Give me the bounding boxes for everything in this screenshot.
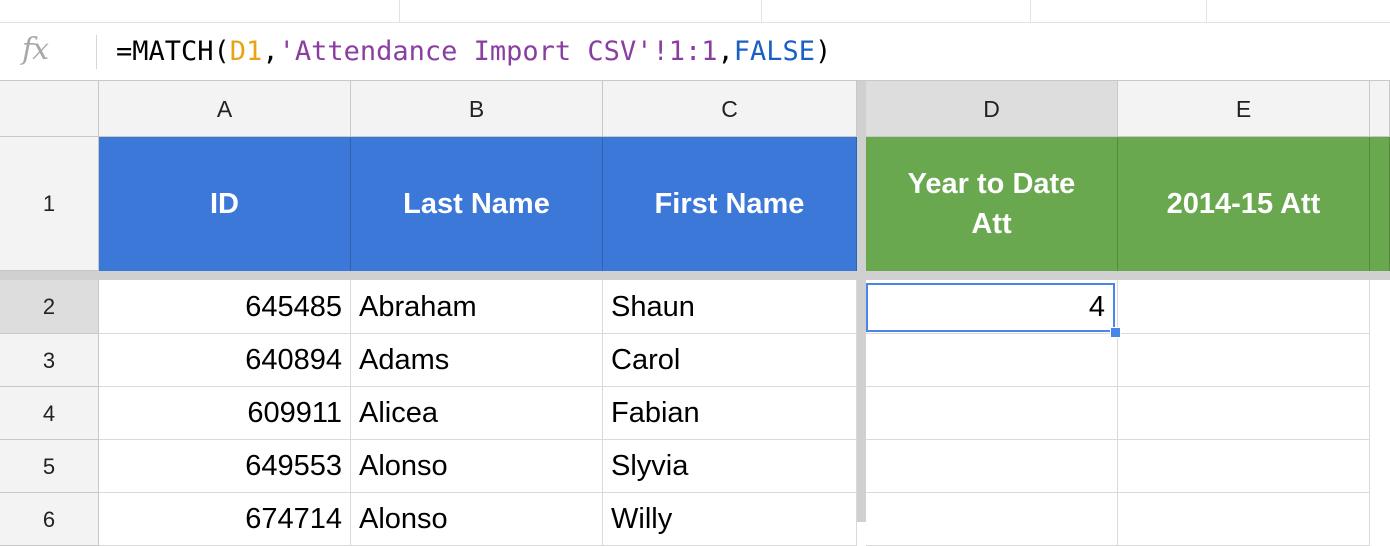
toolbar-divider — [1206, 0, 1207, 22]
cell-e3[interactable] — [1118, 334, 1370, 387]
column-header-d[interactable]: D — [866, 81, 1118, 137]
cell-e2[interactable] — [1118, 280, 1370, 334]
row-header-5[interactable]: 5 — [0, 440, 99, 493]
fill-handle[interactable] — [1110, 327, 1121, 338]
cell-a6[interactable]: 674714 — [99, 493, 351, 546]
cell-c6[interactable]: Willy — [603, 493, 857, 546]
cell-b4[interactable]: Alicea — [351, 387, 603, 440]
formula-prefix: =MATCH( — [116, 36, 230, 67]
formula-range-ref: 'Attendance Import CSV'!1:1 — [278, 36, 718, 67]
toolbar-divider — [761, 0, 762, 22]
header-cell-year-to-date-att[interactable]: Year to Date Att — [866, 137, 1118, 271]
toolbar-strip — [0, 0, 1390, 23]
column-header-a[interactable]: A — [99, 81, 351, 137]
selected-cell-outline — [866, 283, 1115, 332]
frozen-column-divider[interactable] — [857, 81, 866, 522]
row-header-6[interactable]: 6 — [0, 493, 99, 546]
row-header-1[interactable]: 1 — [0, 137, 99, 271]
toolbar-divider — [1030, 0, 1031, 22]
cell-a3[interactable]: 640894 — [99, 334, 351, 387]
cell-d3[interactable] — [866, 334, 1118, 387]
cell-d6[interactable] — [866, 493, 1118, 546]
header-line: Att — [971, 208, 1012, 240]
column-header-b[interactable]: B — [351, 81, 603, 137]
formula-boolean: FALSE — [733, 36, 816, 67]
formula-cell-ref: D1 — [229, 36, 263, 67]
cell-b2[interactable]: Abraham — [351, 280, 603, 334]
cell-d4[interactable] — [866, 387, 1118, 440]
cell-a5[interactable]: 649553 — [99, 440, 351, 493]
formula-bar: fx =MATCH(D1,'Attendance Import CSV'!1:1… — [0, 23, 1390, 81]
cell-e6[interactable] — [1118, 493, 1370, 546]
cell-c5[interactable]: Slyvia — [603, 440, 857, 493]
cell-e5[interactable] — [1118, 440, 1370, 493]
header-cell-f[interactable] — [1370, 137, 1390, 271]
column-header-e[interactable]: E — [1118, 81, 1370, 137]
header-cell-last-name[interactable]: Last Name — [351, 137, 603, 271]
frozen-row-divider[interactable] — [0, 271, 1390, 280]
formula-suffix: ) — [815, 36, 832, 67]
cell-d5[interactable] — [866, 440, 1118, 493]
spreadsheet-grid: A B C D E 1 2 3 4 5 6 ID Last Name First… — [0, 81, 1390, 546]
formula-divider — [96, 35, 97, 69]
toolbar-divider — [399, 0, 400, 22]
formula-comma: , — [717, 36, 734, 67]
cell-e4[interactable] — [1118, 387, 1370, 440]
header-cell-first-name[interactable]: First Name — [603, 137, 857, 271]
cell-b6[interactable]: Alonso — [351, 493, 603, 546]
header-cell-id[interactable]: ID — [99, 137, 351, 271]
header-cell-2014-15-att[interactable]: 2014-15 Att — [1118, 137, 1370, 271]
fx-icon: fx — [22, 32, 49, 67]
column-header-c[interactable]: C — [603, 81, 857, 137]
cell-c4[interactable]: Fabian — [603, 387, 857, 440]
column-header-f[interactable] — [1370, 81, 1390, 137]
row-header-2[interactable]: 2 — [0, 280, 99, 334]
header-line: Year to Date — [907, 168, 1076, 200]
cell-c2[interactable]: Shaun — [603, 280, 857, 334]
select-all-corner[interactable] — [0, 81, 99, 137]
row-header-3[interactable]: 3 — [0, 334, 99, 387]
formula-input[interactable]: =MATCH(D1,'Attendance Import CSV'!1:1,FA… — [116, 35, 831, 69]
cell-a4[interactable]: 609911 — [99, 387, 351, 440]
cell-b3[interactable]: Adams — [351, 334, 603, 387]
formula-comma: , — [262, 36, 279, 67]
cell-b5[interactable]: Alonso — [351, 440, 603, 493]
row-header-4[interactable]: 4 — [0, 387, 99, 440]
cell-a2[interactable]: 645485 — [99, 280, 351, 334]
cell-c3[interactable]: Carol — [603, 334, 857, 387]
